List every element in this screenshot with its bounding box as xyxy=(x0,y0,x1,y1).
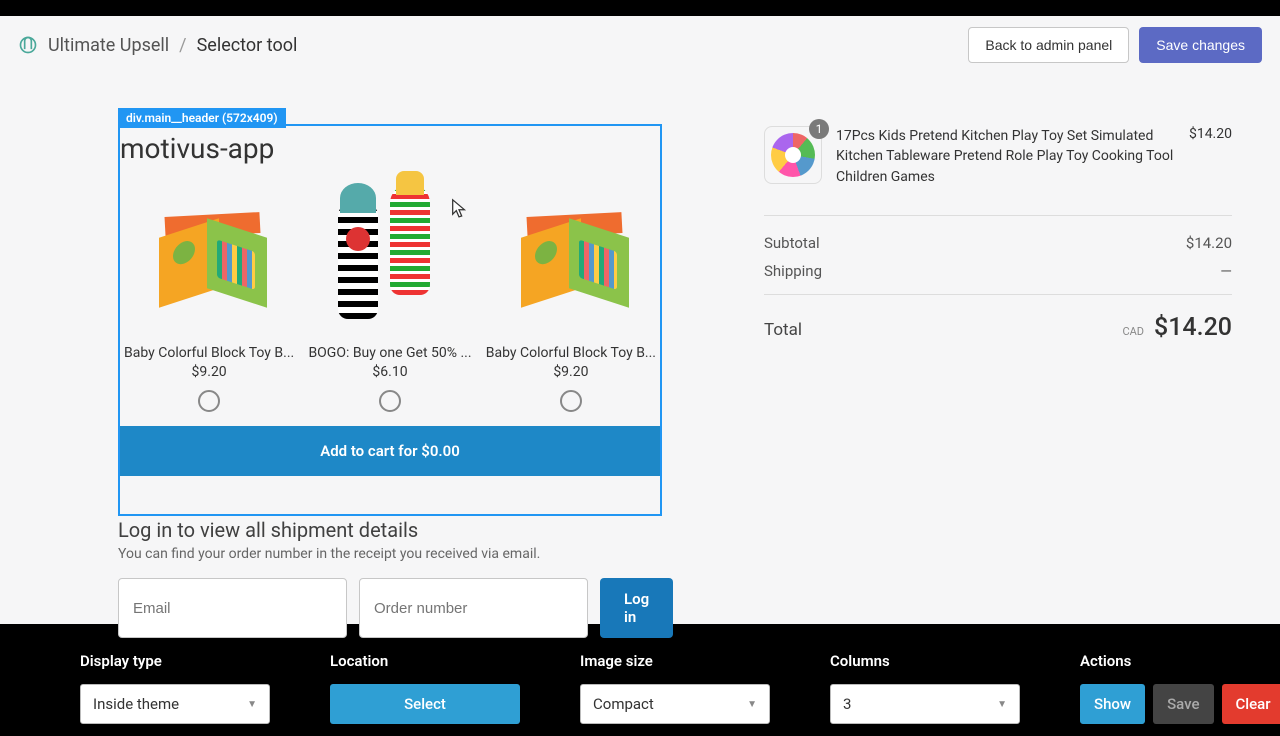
product-image xyxy=(491,179,651,339)
product-radio[interactable] xyxy=(198,390,220,412)
product-price: $9.20 xyxy=(482,364,660,380)
breadcrumb-app[interactable]: Ultimate Upsell xyxy=(48,35,169,56)
login-button[interactable]: Log in xyxy=(600,578,673,638)
subtotal-label: Subtotal xyxy=(764,234,820,252)
topbar: Ultimate Upsell / Selector tool Back to … xyxy=(0,16,1280,74)
subtotal-value: $14.20 xyxy=(1186,234,1232,252)
selector-tag: div.main__header (572x409) xyxy=(118,108,286,128)
email-field[interactable] xyxy=(118,578,347,638)
pointer-cursor-icon xyxy=(450,198,468,220)
display-type-label: Display type xyxy=(80,652,270,670)
chevron-down-icon: ▼ xyxy=(247,699,257,710)
product-name: BOGO: Buy one Get 50% ... xyxy=(304,345,476,361)
chevron-down-icon: ▼ xyxy=(997,699,1007,710)
login-subtext: You can find your order number in the re… xyxy=(118,546,662,562)
chevron-down-icon: ▼ xyxy=(747,699,757,710)
image-size-label: Image size xyxy=(580,652,770,670)
product-card[interactable]: Baby Colorful Block Toy B... $9.20 xyxy=(482,179,660,412)
breadcrumb: Ultimate Upsell / Selector tool xyxy=(18,35,297,56)
location-select-button[interactable]: Select xyxy=(330,684,520,724)
actions-label: Actions xyxy=(1080,652,1280,670)
save-button[interactable]: Save xyxy=(1153,684,1213,724)
add-to-cart-button[interactable]: Add to cart for $0.00 xyxy=(120,426,660,476)
image-size-select[interactable]: Compact ▼ xyxy=(580,684,770,724)
login-heading: Log in to view all shipment details xyxy=(118,518,662,542)
product-radio[interactable] xyxy=(560,390,582,412)
location-label: Location xyxy=(330,652,520,670)
product-card[interactable]: Baby Colorful Block Toy B... $9.20 xyxy=(120,179,298,412)
order-number-field[interactable] xyxy=(359,578,588,638)
shipping-value: — xyxy=(1220,262,1232,280)
product-radio[interactable] xyxy=(379,390,401,412)
product-price: $6.10 xyxy=(304,364,476,380)
config-bottombar: Display type Inside theme ▼ Location Sel… xyxy=(0,640,1280,736)
total-label: Total xyxy=(764,320,802,340)
product-name: Baby Colorful Block Toy B... xyxy=(120,345,298,361)
widget-title: motivus-app xyxy=(120,126,660,179)
cart-item-price: $14.20 xyxy=(1189,126,1232,142)
product-image xyxy=(310,179,470,339)
breadcrumb-page: Selector tool xyxy=(197,35,298,56)
shipping-label: Shipping xyxy=(764,262,822,280)
columns-select[interactable]: 3 ▼ xyxy=(830,684,1020,724)
breadcrumb-sep: / xyxy=(179,35,186,56)
order-summary-panel: 1 17Pcs Kids Pretend Kitchen Play Toy Se… xyxy=(720,86,1280,624)
back-to-admin-button[interactable]: Back to admin panel xyxy=(968,27,1129,63)
columns-label: Columns xyxy=(830,652,1020,670)
show-button[interactable]: Show xyxy=(1080,684,1145,724)
product-image xyxy=(129,179,289,339)
clear-button[interactable]: Clear xyxy=(1222,684,1280,724)
total-value: $14.20 xyxy=(1154,313,1232,342)
product-price: $9.20 xyxy=(120,364,298,380)
cart-qty-badge: 1 xyxy=(809,119,829,139)
display-type-select[interactable]: Inside theme ▼ xyxy=(80,684,270,724)
save-changes-button[interactable]: Save changes xyxy=(1139,27,1262,63)
cart-item-thumb: 1 xyxy=(764,126,822,184)
currency-code: CAD xyxy=(1122,325,1144,338)
app-logo-icon xyxy=(18,35,38,55)
product-name: Baby Colorful Block Toy B... xyxy=(482,345,660,361)
cart-item-name: 17Pcs Kids Pretend Kitchen Play Toy Set … xyxy=(836,126,1175,187)
